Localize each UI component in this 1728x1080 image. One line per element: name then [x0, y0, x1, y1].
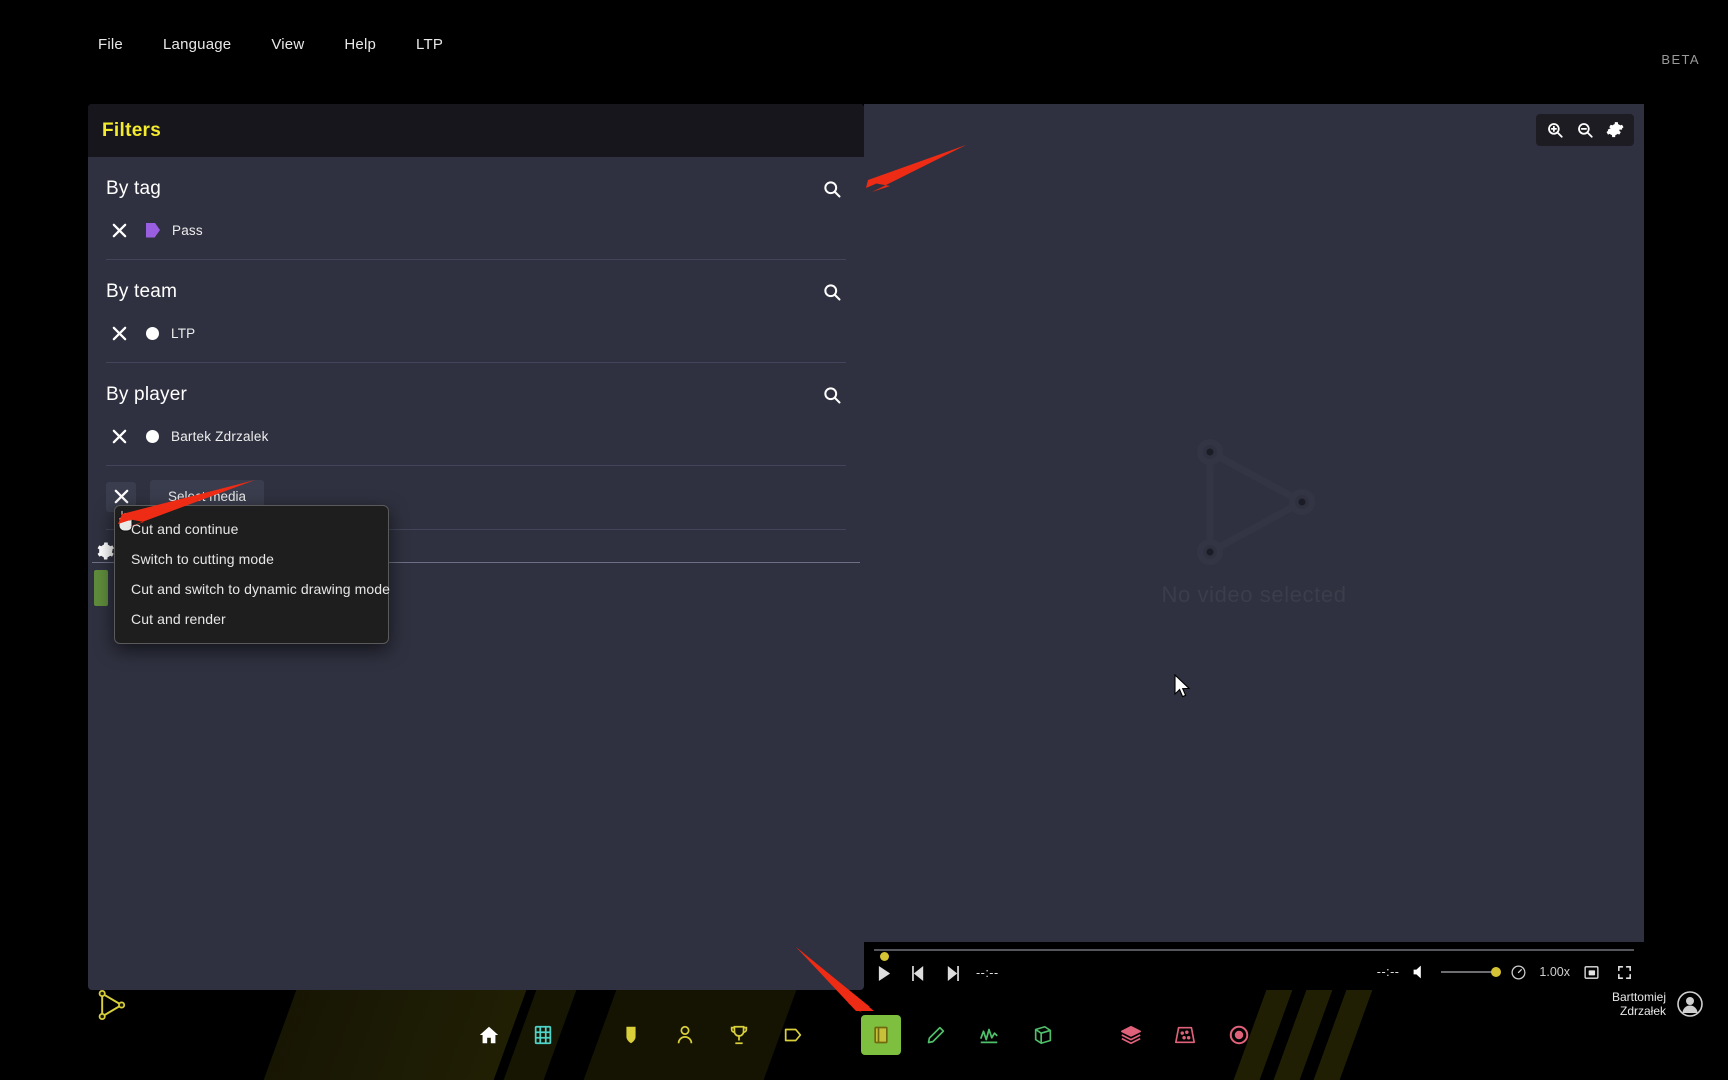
seek-bar[interactable]: [874, 949, 1634, 951]
search-icon[interactable]: [818, 381, 846, 409]
speedometer-icon[interactable]: [1506, 961, 1530, 983]
filter-row-label: Bartek Zdrzalek: [171, 429, 269, 444]
menu-item-ltp[interactable]: LTP: [406, 32, 453, 57]
taskbar-item-home[interactable]: [469, 1015, 509, 1055]
close-icon[interactable]: [106, 217, 132, 243]
taskbar-item-flag[interactable]: [773, 1015, 813, 1055]
filter-row: Bartek Zdrzalek: [102, 419, 850, 465]
zoom-out-icon[interactable]: [1572, 117, 1598, 143]
filter-row: LTP: [102, 316, 850, 362]
filter-group-title: By player: [106, 384, 187, 406]
search-icon[interactable]: [818, 278, 846, 306]
filter-group-header: By player: [102, 363, 850, 419]
triangle-play-logo: [1184, 438, 1324, 566]
picture-in-picture-icon[interactable]: [1579, 961, 1603, 983]
context-menu-item-switch-to-cutting-mode[interactable]: Switch to cutting mode: [115, 544, 388, 574]
duration-label: --:--: [1377, 965, 1400, 979]
filter-group-header: By team: [102, 260, 850, 316]
menu-item-view[interactable]: View: [261, 32, 314, 57]
video-panel: No video selected: [864, 104, 1644, 942]
filters-title: Filters: [102, 120, 161, 142]
filter-group-header: By tag: [102, 157, 850, 213]
taskbar-icons: [0, 990, 1728, 1080]
step-back-icon[interactable]: [906, 962, 930, 984]
volume-icon[interactable]: [1408, 961, 1432, 983]
menu-item-language[interactable]: Language: [153, 32, 241, 57]
seek-handle[interactable]: [880, 952, 889, 961]
player-bar: --:-- --:-- 1.00x: [864, 942, 1644, 990]
transport-controls-right: --:-- 1.00x: [1375, 961, 1636, 983]
search-icon[interactable]: [818, 175, 846, 203]
taskbar-item-record[interactable]: [1219, 1015, 1259, 1055]
fullscreen-icon[interactable]: [1612, 961, 1636, 983]
video-empty-state: No video selected: [864, 104, 1644, 942]
context-menu: Cut and continue Switch to cutting mode …: [114, 505, 389, 644]
taskbar: [0, 990, 1728, 1080]
filter-group-title: By tag: [106, 178, 161, 200]
close-icon[interactable]: [106, 320, 132, 346]
taskbar-item-person[interactable]: [665, 1015, 705, 1055]
filter-group-by-team: By team LTP: [88, 260, 864, 363]
taskbar-item-analytics[interactable]: [969, 1015, 1009, 1055]
filter-group-title: By team: [106, 281, 177, 303]
close-icon[interactable]: [106, 423, 132, 449]
beta-badge: BETA: [1661, 52, 1700, 67]
menu-item-help[interactable]: Help: [334, 32, 386, 57]
filter-row: Pass: [102, 213, 850, 259]
menu-item-file[interactable]: File: [88, 32, 133, 57]
filter-group-by-player: By player Bartek Zdrzalek: [88, 363, 864, 466]
transport-controls-left: --:--: [872, 962, 999, 984]
play-icon[interactable]: [872, 962, 896, 984]
volume-handle[interactable]: [1491, 967, 1501, 977]
menu-bar: File Language View Help LTP: [0, 0, 1728, 88]
zoom-in-icon[interactable]: [1542, 117, 1568, 143]
taskbar-item-layers[interactable]: [1111, 1015, 1151, 1055]
taskbar-item-cube[interactable]: [1023, 1015, 1063, 1055]
playback-speed-label: 1.00x: [1539, 965, 1570, 979]
user-account[interactable]: Barttomiej Zdrzałek: [1612, 990, 1704, 1018]
filter-row-label: Pass: [172, 223, 203, 238]
taskbar-item-notebook[interactable]: [861, 1015, 901, 1055]
context-menu-item-cut-and-switch-dynamic-drawing[interactable]: Cut and switch to dynamic drawing mode: [115, 574, 388, 604]
gear-icon[interactable]: [1602, 117, 1628, 143]
taskbar-item-shield[interactable]: [611, 1015, 651, 1055]
current-time-label: --:--: [976, 966, 999, 980]
context-menu-item-cut-and-continue[interactable]: Cut and continue: [115, 514, 388, 544]
taskbar-item-film[interactable]: [523, 1015, 563, 1055]
taskbar-item-pitch[interactable]: [1165, 1015, 1205, 1055]
tag-chip-icon: [146, 223, 160, 238]
step-forward-icon[interactable]: [940, 962, 964, 984]
taskbar-item-trophy[interactable]: [719, 1015, 759, 1055]
video-toolbar: [1536, 114, 1634, 146]
app-root: File Language View Help LTP BETA Filters…: [0, 0, 1728, 1080]
filter-row-label: LTP: [171, 326, 195, 341]
player-color-dot-icon: [146, 430, 159, 443]
context-menu-item-cut-and-render[interactable]: Cut and render: [115, 604, 388, 634]
filters-header: Filters: [88, 104, 864, 157]
volume-slider[interactable]: [1441, 971, 1497, 973]
filter-group-by-tag: By tag Pass: [88, 157, 864, 260]
taskbar-item-pen[interactable]: [915, 1015, 955, 1055]
clip-color-bar: [94, 570, 108, 606]
avatar-icon[interactable]: [1676, 990, 1704, 1018]
team-color-dot-icon: [146, 327, 159, 340]
user-name-label: Barttomiej Zdrzałek: [1612, 990, 1666, 1018]
triangle-play-logo[interactable]: [96, 990, 126, 1020]
video-empty-text: No video selected: [1161, 582, 1346, 608]
